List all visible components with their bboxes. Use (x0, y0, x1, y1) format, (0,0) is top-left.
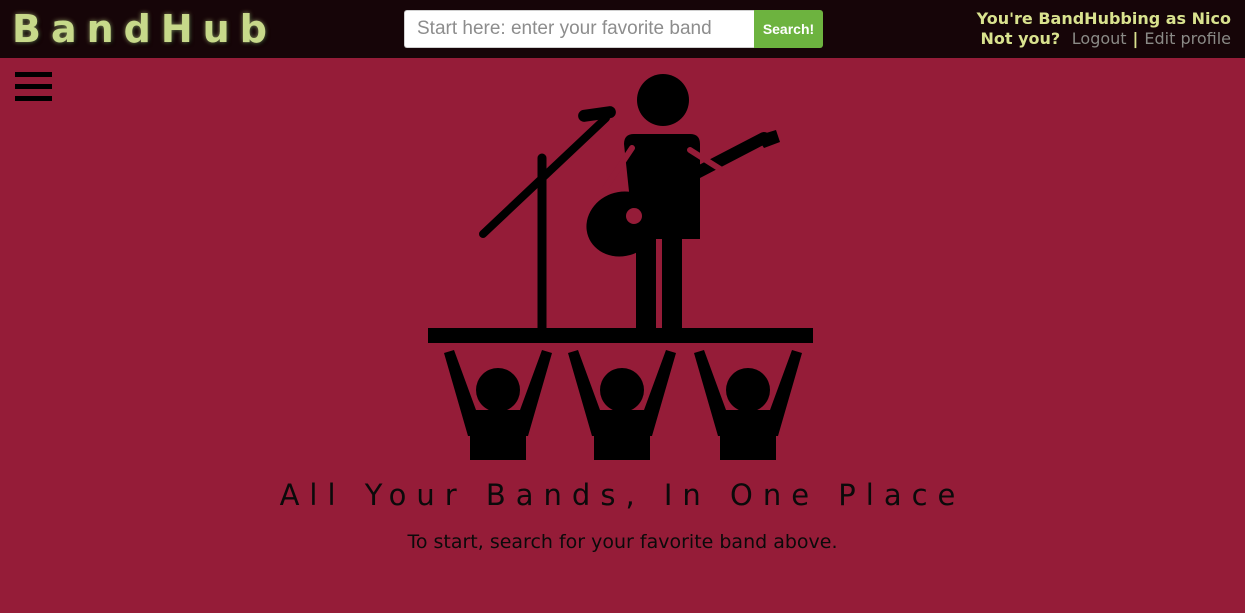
link-separator: | (1132, 29, 1139, 48)
mic-head (578, 106, 616, 122)
user-greeting: You're BandHubbing as Nico (976, 9, 1231, 28)
concert-stage-icon (428, 74, 813, 460)
audience-member-2 (568, 350, 676, 460)
menu-bar (15, 96, 52, 101)
logout-link[interactable]: Logout (1072, 29, 1127, 48)
performer-head (637, 74, 689, 126)
not-you-label: Not you? (980, 29, 1061, 48)
hamburger-menu-icon[interactable] (15, 72, 53, 104)
performer-leg-left (636, 239, 656, 329)
stage-platform (428, 328, 813, 343)
edit-profile-link[interactable]: Edit profile (1144, 29, 1231, 48)
menu-bar (15, 72, 52, 77)
search-input[interactable] (404, 10, 754, 48)
search-button[interactable]: Search! (754, 10, 823, 48)
logo[interactable]: BandHub (12, 7, 277, 51)
menu-bar (15, 84, 52, 89)
user-actions: Not you? Logout | Edit profile (977, 29, 1231, 49)
user-info: You're BandHubbing as Nico Not you? Logo… (977, 9, 1231, 49)
performer-leg-right (662, 239, 682, 329)
audience-member-3 (694, 350, 802, 460)
top-bar: BandHub Search! You're BandHubbing as Ni… (0, 0, 1245, 58)
tagline: All Your Bands, In One Place (279, 478, 966, 512)
search-form: Search! (404, 10, 823, 48)
instruction-text: To start, search for your favorite band … (407, 531, 838, 553)
audience-member-1 (444, 350, 552, 460)
guitar-sound-hole (626, 208, 642, 224)
